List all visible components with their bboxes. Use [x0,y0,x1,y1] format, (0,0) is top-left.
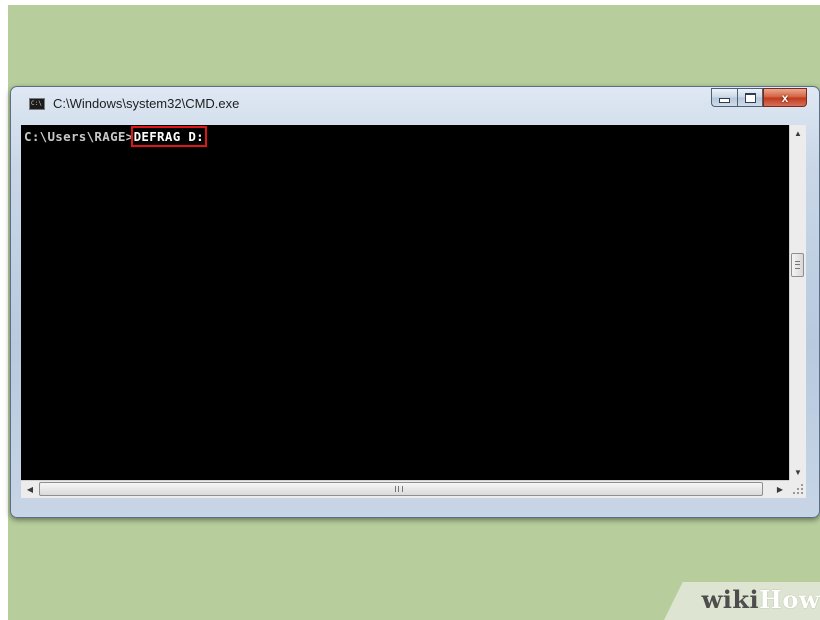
maximize-icon [744,92,756,103]
defrag-command-highlighted: DEFRAG D: [130,126,208,147]
window-title: C:\Windows\system32\CMD.exe [53,96,240,111]
cmd-window: C:\ C:\Windows\system32\CMD.exe x C:\Use… [10,86,820,518]
grip-icon [795,261,800,269]
resize-grip-icon[interactable] [789,480,806,498]
close-icon: x [781,90,789,105]
horizontal-scroll-thumb[interactable] [39,482,763,496]
scroll-left-arrow-icon[interactable]: ◀ [22,481,38,498]
command-prompt: C:\Users\RAGE> [24,129,134,144]
minimize-button[interactable] [711,88,737,107]
scroll-up-arrow-icon[interactable]: ▲ [790,125,806,141]
cmd-icon[interactable]: C:\ [29,98,45,110]
title-bar[interactable]: C:\ C:\Windows\system32\CMD.exe x [11,87,819,125]
horizontal-scrollbar[interactable]: ◀ ▶ [21,480,789,498]
maximize-button[interactable] [737,88,763,107]
console-line: C:\Users\RAGE>DEFRAG D: [24,126,208,147]
scroll-down-arrow-icon[interactable]: ▼ [790,464,806,480]
minimize-icon [719,98,730,103]
grip-icon [395,486,403,492]
scroll-right-arrow-icon[interactable]: ▶ [772,481,788,498]
vertical-scrollbar[interactable]: ▲ ▼ [789,125,806,480]
wikihow-watermark: wikiHow [701,585,820,614]
vertical-scroll-thumb[interactable] [791,253,804,277]
close-button[interactable]: x [763,88,807,107]
caption-buttons: x [711,88,807,107]
console-output[interactable]: C:\Users\RAGE>DEFRAG D: [21,125,789,480]
